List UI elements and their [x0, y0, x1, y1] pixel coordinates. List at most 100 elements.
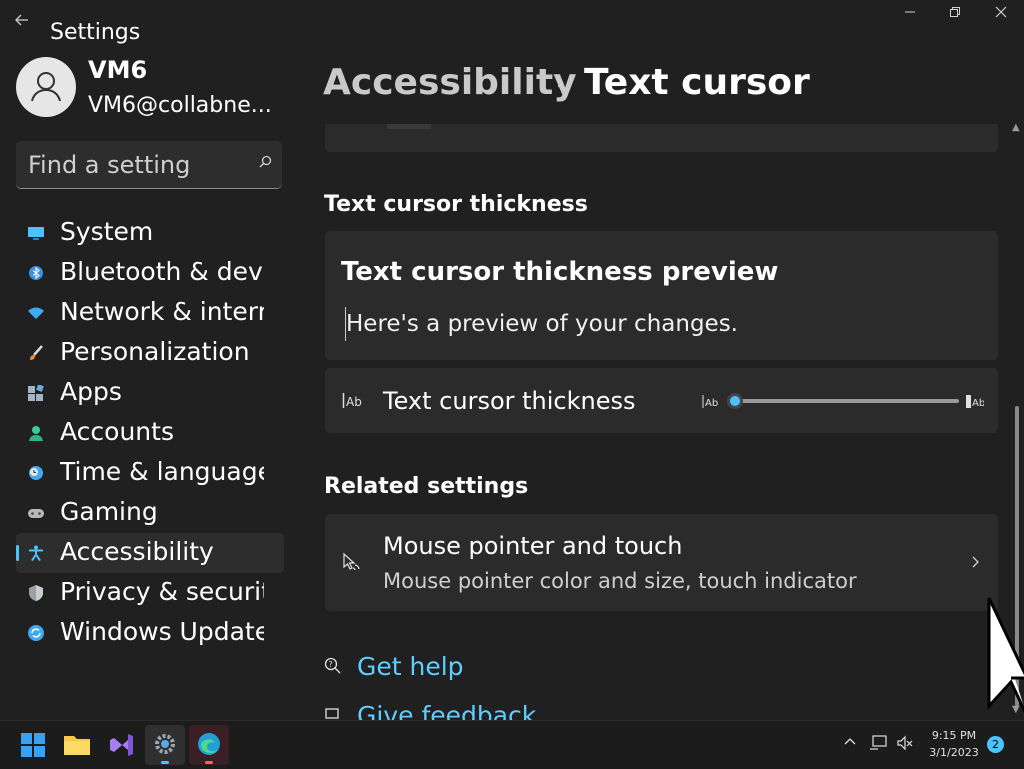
sidebar-item-apps[interactable]: Apps: [16, 373, 284, 413]
scroll-up-icon[interactable]: ▲: [1012, 122, 1020, 133]
sidebar-item-time-language[interactable]: Time & language: [16, 453, 284, 493]
slider-thumb-dot: [730, 396, 740, 406]
sidebar-item-label: Privacy & securit: [60, 577, 264, 606]
sidebar-item-label: Personalization: [60, 337, 250, 366]
taskbar-visual-studio[interactable]: [101, 725, 141, 765]
clock-globe-icon: [28, 465, 44, 481]
svg-text:Ab: Ab: [705, 398, 718, 409]
setting-label: Text cursor thickness: [383, 387, 636, 415]
start-button[interactable]: [13, 725, 53, 765]
chevron-right-icon: ›: [556, 70, 565, 95]
active-indicator: [205, 761, 213, 764]
clock-time[interactable]: 9:15 PM: [926, 729, 982, 742]
sidebar-item-label: System: [60, 217, 154, 246]
apps-icon: [28, 384, 44, 401]
start-icon: [21, 733, 45, 757]
sidebar-item-label: Apps: [60, 377, 122, 406]
sidebar-item-label: Bluetooth & devi: [60, 257, 264, 286]
volume-muted-icon[interactable]: [896, 735, 914, 754]
network-icon[interactable]: [870, 735, 888, 754]
page-title: Text cursor: [584, 62, 810, 103]
thickness-setting-row: Ab Text cursor thickness Ab Ab: [325, 368, 998, 433]
sidebar-item-label: Accessibility: [60, 537, 214, 566]
svg-text:?: ?: [329, 660, 333, 669]
mouse-pointer-touch-link[interactable]: Mouse pointer and touch Mouse pointer co…: [325, 514, 998, 611]
sidebar-item-network[interactable]: Network & interr: [16, 293, 284, 333]
taskbar-file-explorer[interactable]: [57, 725, 97, 765]
avatar[interactable]: [16, 57, 76, 117]
breadcrumb-parent[interactable]: Accessibility: [323, 62, 577, 103]
edge-icon: [198, 733, 220, 755]
sidebar-item-personalization[interactable]: Personalization: [16, 333, 284, 373]
taskbar: 9:15 PM 3/1/2023 2: [0, 720, 1024, 769]
mouse-cursor: [986, 596, 1024, 720]
sidebar-item-label: Network & interr: [60, 297, 264, 326]
feedback-icon: [325, 708, 341, 720]
mouse-pointer-icon: [341, 552, 365, 578]
clock-date[interactable]: 3/1/2023: [926, 746, 982, 759]
file-explorer-icon: [64, 736, 90, 755]
shield-icon: [28, 585, 44, 601]
selection-indicator: [16, 545, 19, 561]
thick-cursor-icon: Ab: [966, 394, 985, 414]
thin-cursor-icon: Ab: [702, 394, 720, 414]
thickness-slider[interactable]: [727, 393, 959, 409]
search-icon[interactable]: [259, 155, 272, 172]
previous-card: [325, 124, 998, 152]
slider-thumb[interactable]: [727, 393, 743, 409]
restore-button[interactable]: [940, 6, 970, 28]
sidebar-item-privacy-security[interactable]: Privacy & securit: [16, 573, 284, 613]
preview-text: Here's a preview of your changes.: [346, 311, 738, 337]
sidebar-item-label: Time & language: [60, 457, 264, 486]
taskbar-edge[interactable]: [189, 725, 229, 765]
get-help-link[interactable]: Get help: [357, 652, 464, 681]
back-arrow-icon: [15, 14, 28, 26]
brush-icon: [28, 345, 44, 361]
notification-badge[interactable]: 2: [987, 736, 1004, 753]
card-remnant: [387, 124, 431, 129]
minimize-button[interactable]: [895, 6, 925, 28]
person-icon: [31, 72, 61, 102]
preview-title: Text cursor thickness preview: [341, 257, 779, 287]
sidebar-item-bluetooth[interactable]: Bluetooth & devi: [16, 253, 284, 293]
active-indicator: [161, 761, 169, 764]
help-icon: ?: [324, 657, 342, 679]
app-title: Settings: [50, 20, 141, 45]
accessibility-icon: [28, 545, 44, 562]
sidebar-item-accessibility[interactable]: Accessibility: [16, 533, 284, 573]
user-email: VM6@collabne...: [88, 93, 272, 118]
help-links: ? Get help Give feedback: [0, 640, 1010, 720]
sidebar-item-gaming[interactable]: Gaming: [16, 493, 284, 533]
sidebar-item-label: Accounts: [60, 417, 174, 446]
link-description: Mouse pointer color and size, touch indi…: [383, 569, 857, 593]
chevron-up-icon[interactable]: [843, 735, 857, 749]
bluetooth-icon: [28, 265, 44, 281]
sidebar-item-accounts[interactable]: Accounts: [16, 413, 284, 453]
back-button[interactable]: [14, 12, 34, 34]
settings-icon: [155, 734, 175, 754]
update-icon: [28, 625, 44, 641]
svg-text:Ab: Ab: [972, 398, 984, 409]
restore-icon: [950, 7, 960, 17]
close-icon: [995, 6, 1007, 18]
link-title: Mouse pointer and touch: [383, 532, 683, 560]
related-settings-title: Related settings: [324, 474, 529, 499]
text-cursor-icon: Ab: [342, 392, 364, 414]
wifi-icon: [28, 305, 44, 321]
preview-card: Text cursor thickness preview Here's a p…: [325, 231, 998, 360]
sidebar-item-label: Gaming: [60, 497, 158, 526]
close-button[interactable]: [986, 6, 1016, 28]
search-input[interactable]: [26, 149, 250, 181]
search-box[interactable]: [16, 141, 282, 189]
svg-text:Ab: Ab: [346, 395, 362, 409]
chevron-right-icon: [970, 554, 980, 573]
sidebar-item-system[interactable]: System: [16, 213, 284, 253]
sidebar-nav: System Bluetooth & devi Network & interr…: [16, 213, 284, 653]
give-feedback-link[interactable]: Give feedback: [357, 701, 536, 720]
monitor-icon: [28, 225, 44, 241]
gamepad-icon: [28, 505, 44, 521]
person-icon: [28, 425, 44, 441]
minimize-icon: [905, 11, 915, 13]
taskbar-settings[interactable]: [145, 725, 185, 765]
visual-studio-icon: [110, 734, 133, 756]
